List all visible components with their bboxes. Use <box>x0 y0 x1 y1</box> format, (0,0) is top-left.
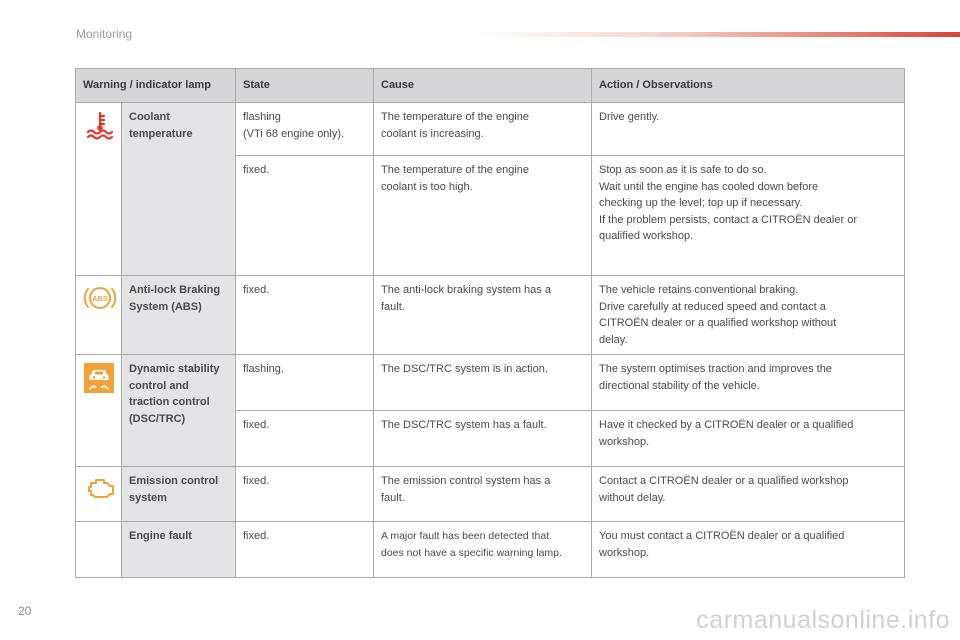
cause-cell: The temperature of the engine coolant is… <box>373 102 592 156</box>
cause-cell: The temperature of the engine coolant is… <box>373 155 592 276</box>
cause-cell: The emission control system has a fault. <box>373 466 592 522</box>
lamp-name: Anti-lock Braking System (ABS) <box>121 275 236 355</box>
lamp-name: Emission control system <box>121 466 236 522</box>
header-lamp: Warning / indicator lamp <box>75 68 236 103</box>
state-cell: fixed. <box>235 155 374 276</box>
state-cell: fixed. <box>235 521 374 578</box>
state-cell: flashing. <box>235 354 374 411</box>
table-row: Dynamic stability control and traction c… <box>75 354 905 467</box>
lamp-name: Dynamic stability control and traction c… <box>121 354 236 467</box>
watermark: carmanualsonline.info <box>696 606 950 634</box>
lamp-icon-cell <box>75 521 122 578</box>
svg-text:ABS: ABS <box>92 294 108 303</box>
header-action: Action / Observations <box>591 68 905 103</box>
lamp-icon-cell: ABS <box>75 275 122 355</box>
state-cell: fixed. <box>235 466 374 522</box>
lamp-name: Coolant temperature <box>121 102 236 276</box>
engine-icon <box>83 473 117 505</box>
header-cause: Cause <box>373 68 592 103</box>
lamp-icon-cell <box>75 102 122 276</box>
lamp-icon-cell <box>75 354 122 467</box>
page-number: 20 <box>18 604 32 618</box>
warning-lamp-table: Warning / indicator lamp State Cause Act… <box>75 68 905 578</box>
coolant-temperature-icon <box>83 109 117 141</box>
action-cell: Drive gently. <box>591 102 905 156</box>
state-cell: flashing (VTi 68 engine only). <box>235 102 374 156</box>
section-title: Monitoring <box>76 27 133 41</box>
header-gradient-rule <box>480 32 960 37</box>
state-cell: fixed. <box>235 275 374 355</box>
lamp-name: Engine fault <box>121 521 236 578</box>
table-row: Coolant temperature flashing (VTi 68 eng… <box>75 102 905 276</box>
cause-cell: A major fault has been detected that doe… <box>373 521 592 578</box>
table-row: Emission control system fixed. The emiss… <box>75 466 905 522</box>
cause-cell: The DSC/TRC system is in action. <box>373 354 592 411</box>
dsc-trc-icon <box>83 363 114 393</box>
cause-cell: The DSC/TRC system has a fault. <box>373 410 592 467</box>
action-cell: Have it checked by a CITROËN dealer or a… <box>591 410 905 467</box>
cause-cell: The anti-lock braking system has a fault… <box>373 275 592 355</box>
action-cell: The system optimises traction and improv… <box>591 354 905 411</box>
state-cell: fixed. <box>235 410 374 467</box>
action-cell: Stop as soon as it is safe to do so. Wai… <box>591 155 905 276</box>
action-cell: You must contact a CITROËN dealer or a q… <box>591 521 905 578</box>
action-cell: The vehicle retains conventional braking… <box>591 275 905 355</box>
lamp-icon-cell <box>75 466 122 522</box>
header-state: State <box>235 68 374 103</box>
table-row: Engine fault fixed. A major fault has be… <box>75 521 905 578</box>
table-header-row: Warning / indicator lamp State Cause Act… <box>75 68 905 103</box>
table-row: ABS Anti-lock Braking System (ABS) fixed… <box>75 275 905 355</box>
abs-icon: ABS <box>83 282 117 314</box>
action-cell: Contact a CITROËN dealer or a qualified … <box>591 466 905 522</box>
